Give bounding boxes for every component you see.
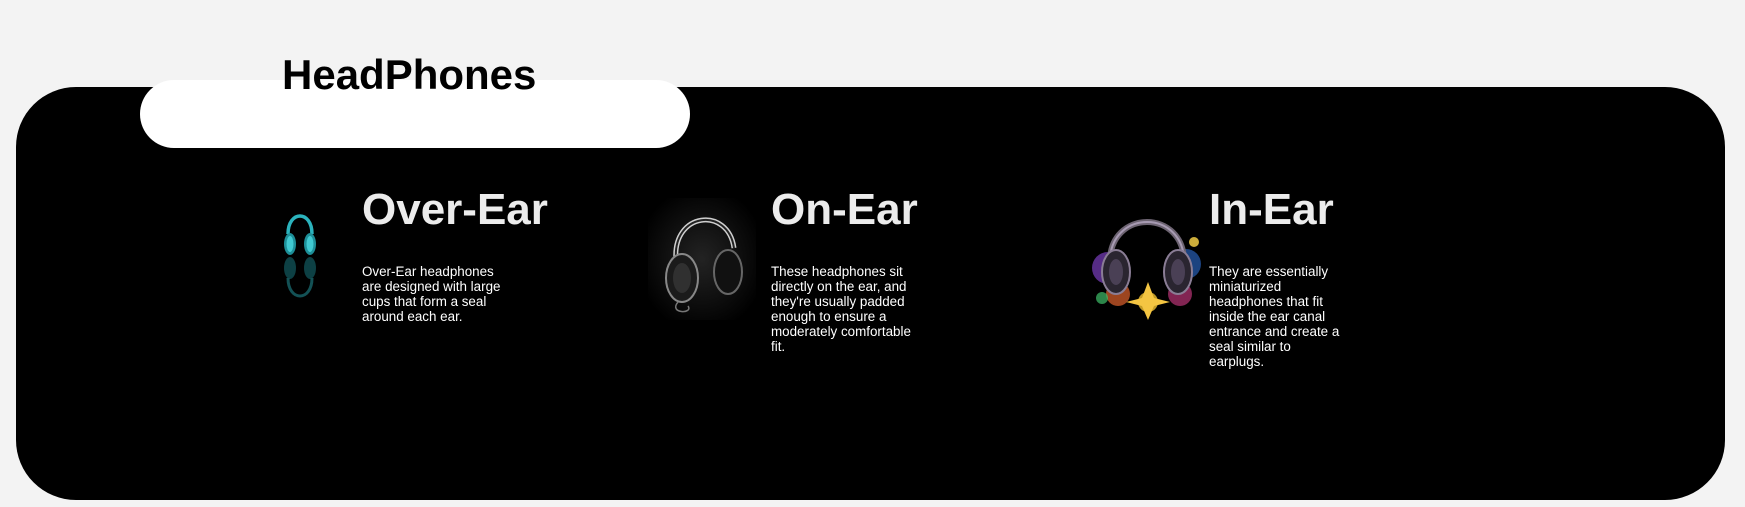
card-title: In-Ear bbox=[1209, 185, 1334, 234]
black-headphones-icon bbox=[648, 198, 756, 320]
card-description: These headphones sit directly on the ear… bbox=[771, 264, 911, 354]
card-title: Over-Ear bbox=[362, 185, 548, 234]
card-title: On-Ear bbox=[771, 185, 918, 234]
card-description: They are essentially miniaturized headph… bbox=[1209, 264, 1340, 369]
colorful-headphones-icon bbox=[1088, 198, 1206, 320]
page-title: HeadPhones bbox=[282, 51, 537, 98]
card-description: Over-Ear headphones are designed with la… bbox=[362, 264, 501, 324]
teal-headphones-icon bbox=[280, 200, 320, 312]
